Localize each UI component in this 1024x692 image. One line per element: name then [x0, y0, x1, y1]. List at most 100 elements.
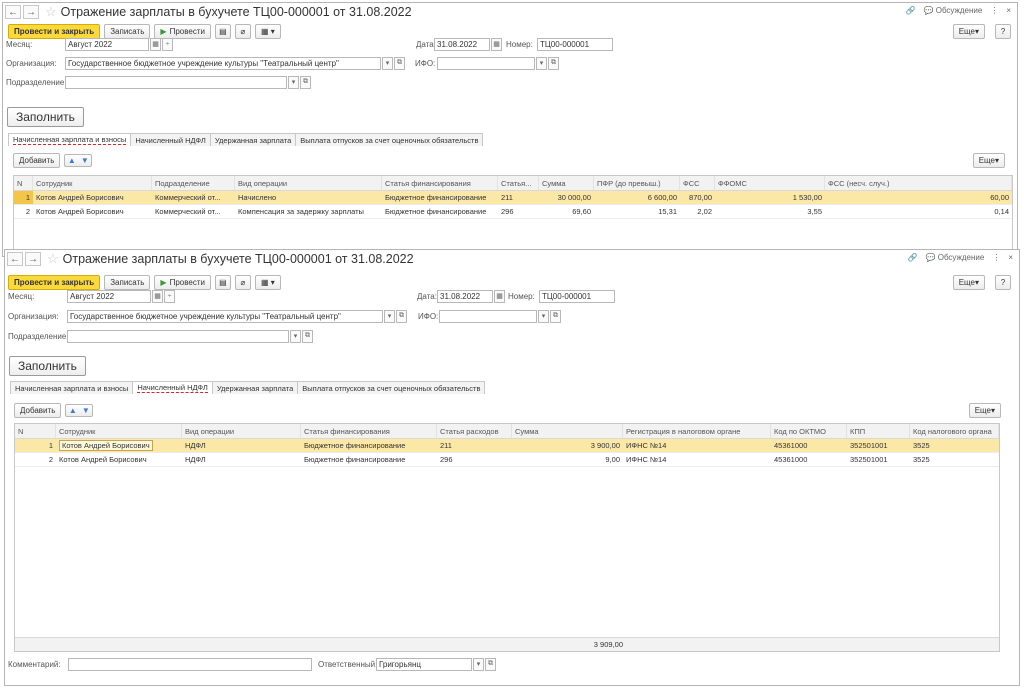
col-expense-article[interactable]: Статья расходов — [437, 424, 512, 438]
add-row-button[interactable]: Добавить — [14, 403, 62, 418]
col-pfr[interactable]: ПФР (до превыш.) — [594, 176, 680, 190]
col-article[interactable]: Статья... — [498, 176, 539, 190]
table-row[interactable]: 1 Котов Андрей Борисович Коммерческий от… — [14, 191, 1012, 205]
open-icon[interactable]: ⧉ — [548, 56, 559, 70]
col-fss[interactable]: ФСС — [680, 176, 715, 190]
responsible-field[interactable]: Григорьянц — [376, 657, 472, 671]
calendar-icon[interactable]: ▦ — [152, 289, 163, 303]
ifo-field[interactable] — [437, 56, 535, 70]
link-icon[interactable]: 🔗 — [908, 253, 918, 262]
print-menu-button[interactable]: ▦ ▾ — [254, 275, 281, 290]
col-oktmo[interactable]: Код по ОКТМО — [771, 424, 847, 438]
more-dots-icon[interactable]: ⋮ — [990, 6, 998, 15]
calendar-icon[interactable]: ▦ — [150, 37, 161, 51]
table-row[interactable]: 1 Котов Андрей Борисович НДФЛ Бюджетное … — [15, 439, 999, 453]
col-n[interactable]: N — [15, 424, 56, 438]
move-arrows[interactable]: ▲ ▼ — [65, 404, 94, 417]
date-field[interactable]: 31.08.2022 — [437, 289, 493, 303]
save-button[interactable]: Записать — [104, 275, 151, 290]
forward-button[interactable]: → — [25, 252, 41, 266]
col-n[interactable]: N — [14, 176, 33, 190]
attachment-icon[interactable]: ⌀ — [234, 24, 251, 39]
col-employee[interactable]: Сотрудник — [33, 176, 152, 190]
grid-more-button[interactable]: Еще ▾ — [972, 153, 1005, 168]
report-icon[interactable]: ▤ — [214, 275, 231, 290]
dropdown-icon[interactable]: ▾ — [536, 56, 547, 70]
add-row-button[interactable]: Добавить — [13, 153, 61, 168]
back-button[interactable]: ← — [5, 5, 21, 19]
open-icon[interactable]: ⧉ — [302, 329, 313, 343]
dropdown-icon[interactable]: ▾ — [473, 657, 484, 671]
col-fss-ns[interactable]: ФСС (несч. случ.) — [825, 176, 1012, 190]
col-sum[interactable]: Сумма — [512, 424, 623, 438]
tab-ndfl[interactable]: Начисленный НДФЛ — [132, 381, 213, 394]
org-field[interactable]: Государственное бюджетное учреждение кул… — [65, 56, 381, 70]
help-button[interactable]: ? — [995, 275, 1011, 290]
open-icon[interactable]: ⧉ — [394, 56, 405, 70]
col-sum[interactable]: Сумма — [539, 176, 594, 190]
move-up-icon[interactable]: ▲ — [69, 406, 77, 415]
discussion-button[interactable]: 💬 Обсуждение — [924, 6, 983, 15]
fill-button[interactable]: Заполнить — [7, 107, 84, 127]
col-operation[interactable]: Вид операции — [235, 176, 382, 190]
print-menu-button[interactable]: ▦ ▾ — [254, 24, 281, 39]
grid-more-button[interactable]: Еще ▾ — [968, 403, 1001, 418]
col-ffoms[interactable]: ФФОМС — [715, 176, 825, 190]
tab-withheld[interactable]: Удержанная зарплата — [211, 381, 299, 394]
col-department[interactable]: Подразделение — [152, 176, 235, 190]
table-row[interactable]: 2 Котов Андрей Борисович Коммерческий от… — [14, 205, 1012, 219]
stepper-icon[interactable]: ÷ — [164, 289, 175, 303]
col-employee[interactable]: Сотрудник — [56, 424, 182, 438]
discussion-button[interactable]: 💬 Обсуждение — [926, 253, 985, 262]
number-field[interactable]: ТЦ00-000001 — [537, 37, 613, 51]
move-down-icon[interactable]: ▼ — [81, 156, 89, 165]
col-tax-office-code[interactable]: Код налогового органа — [910, 424, 999, 438]
dropdown-icon[interactable]: ▾ — [288, 75, 299, 89]
more-dots-icon[interactable]: ⋮ — [992, 253, 1000, 262]
open-icon[interactable]: ⧉ — [485, 657, 496, 671]
tab-accrued-salary[interactable]: Начисленная зарплата и взносы — [10, 381, 134, 394]
open-icon[interactable]: ⧉ — [300, 75, 311, 89]
month-field[interactable]: Август 2022 — [65, 37, 149, 51]
col-financing[interactable]: Статья финансирования — [382, 176, 498, 190]
fill-button[interactable]: Заполнить — [9, 356, 86, 376]
help-button[interactable]: ? — [995, 24, 1011, 39]
col-financing[interactable]: Статья финансирования — [301, 424, 437, 438]
close-icon[interactable]: × — [1006, 6, 1011, 15]
favorite-star-icon[interactable]: ☆ — [45, 4, 57, 20]
open-icon[interactable]: ⧉ — [396, 309, 407, 323]
stepper-icon[interactable]: ÷ — [162, 37, 173, 51]
more-button[interactable]: Еще ▾ — [952, 275, 985, 290]
dropdown-icon[interactable]: ▾ — [382, 56, 393, 70]
post-and-close-button[interactable]: Провести и закрыть — [8, 275, 101, 290]
col-kpp[interactable]: КПП — [847, 424, 910, 438]
col-operation[interactable]: Вид операции — [182, 424, 301, 438]
ifo-field[interactable] — [439, 309, 537, 323]
attachment-icon[interactable]: ⌀ — [234, 275, 251, 290]
col-tax-registration[interactable]: Регистрация в налоговом органе — [623, 424, 771, 438]
back-button[interactable]: ← — [7, 252, 23, 266]
move-arrows[interactable]: ▲ ▼ — [64, 154, 93, 167]
move-down-icon[interactable]: ▼ — [82, 406, 90, 415]
close-icon[interactable]: × — [1008, 253, 1013, 262]
report-icon[interactable]: ▤ — [214, 24, 231, 39]
dropdown-icon[interactable]: ▾ — [290, 329, 301, 343]
dept-field[interactable] — [65, 75, 287, 89]
org-field[interactable]: Государственное бюджетное учреждение кул… — [67, 309, 383, 323]
tab-vacation[interactable]: Выплата отпусков за счет оценочных обяза… — [295, 133, 484, 146]
table-row[interactable]: 2 Котов Андрей Борисович НДФЛ Бюджетное … — [15, 453, 999, 467]
move-up-icon[interactable]: ▲ — [68, 156, 76, 165]
dropdown-icon[interactable]: ▾ — [538, 309, 549, 323]
post-button[interactable]: ▶ Провести — [154, 275, 211, 290]
link-icon[interactable]: 🔗 — [906, 6, 916, 15]
date-field[interactable]: 31.08.2022 — [434, 37, 490, 51]
dept-field[interactable] — [67, 329, 289, 343]
tab-vacation[interactable]: Выплата отпусков за счет оценочных обяза… — [297, 381, 486, 394]
dropdown-icon[interactable]: ▾ — [384, 309, 395, 323]
calendar-icon[interactable]: ▦ — [494, 289, 505, 303]
comment-field[interactable] — [68, 657, 312, 671]
calendar-icon[interactable]: ▦ — [491, 37, 502, 51]
tab-withheld[interactable]: Удержанная зарплата — [209, 133, 297, 146]
tab-accrued-salary[interactable]: Начисленная зарплата и взносы — [8, 133, 132, 146]
number-field[interactable]: ТЦ00-000001 — [539, 289, 615, 303]
